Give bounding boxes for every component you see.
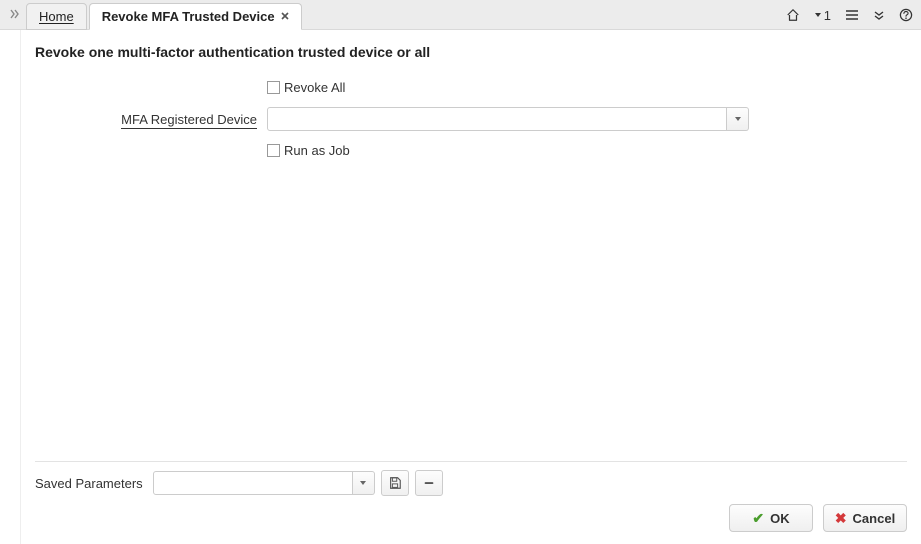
sidebar-expand-button[interactable] [6,0,24,28]
jobs-dropdown[interactable]: 1 [814,8,831,23]
tab-revoke-mfa[interactable]: Revoke MFA Trusted Device [89,3,302,30]
saved-parameters-label: Saved Parameters [35,476,143,491]
jobs-count: 1 [824,8,831,23]
save-parameters-button[interactable] [381,470,409,496]
home-icon[interactable] [786,8,800,22]
minus-icon [422,476,436,490]
revoke-all-label: Revoke All [284,80,345,95]
remove-parameters-button[interactable] [415,470,443,496]
collapse-icon[interactable] [873,9,885,21]
run-as-job-label: Run as Job [284,143,350,158]
close-icon: ✖ [835,511,847,525]
tab-home[interactable]: Home [26,3,87,30]
ok-button-label: OK [770,511,790,526]
cancel-button-label: Cancel [853,511,896,526]
saved-parameters-combo[interactable] [153,471,375,495]
revoke-all-checkbox[interactable]: Revoke All [267,80,345,95]
check-icon: ✔ [752,511,764,525]
caret-down-icon [359,479,367,487]
cancel-button[interactable]: ✖ Cancel [823,504,907,532]
form-area: Revoke All MFA Registered Device [35,80,907,461]
mfa-device-dropdown-button[interactable] [727,107,749,131]
run-as-job-checkbox[interactable]: Run as Job [267,143,350,158]
mfa-device-label: MFA Registered Device [121,112,257,129]
mfa-device-combo[interactable] [267,107,749,131]
page-title: Revoke one multi-factor authentication t… [35,44,907,60]
saved-parameters-input[interactable] [153,471,353,495]
tab-revoke-mfa-label: Revoke MFA Trusted Device [102,10,275,23]
checkbox-box-icon [267,144,280,157]
saved-parameters-row: Saved Parameters [35,470,907,504]
tab-close-icon[interactable] [281,11,289,23]
top-bar: Home Revoke MFA Trusted Device 1 [0,0,921,30]
saved-parameters-dropdown-button[interactable] [353,471,375,495]
ok-button[interactable]: ✔ OK [729,504,813,532]
checkbox-box-icon [267,81,280,94]
caret-down-icon [814,11,822,19]
topbar-actions: 1 [786,0,913,30]
menu-icon[interactable] [845,9,859,21]
mfa-device-input[interactable] [267,107,727,131]
tab-home-label: Home [39,10,74,23]
save-icon [388,476,402,490]
caret-down-icon [734,115,742,123]
help-icon[interactable] [899,8,913,22]
